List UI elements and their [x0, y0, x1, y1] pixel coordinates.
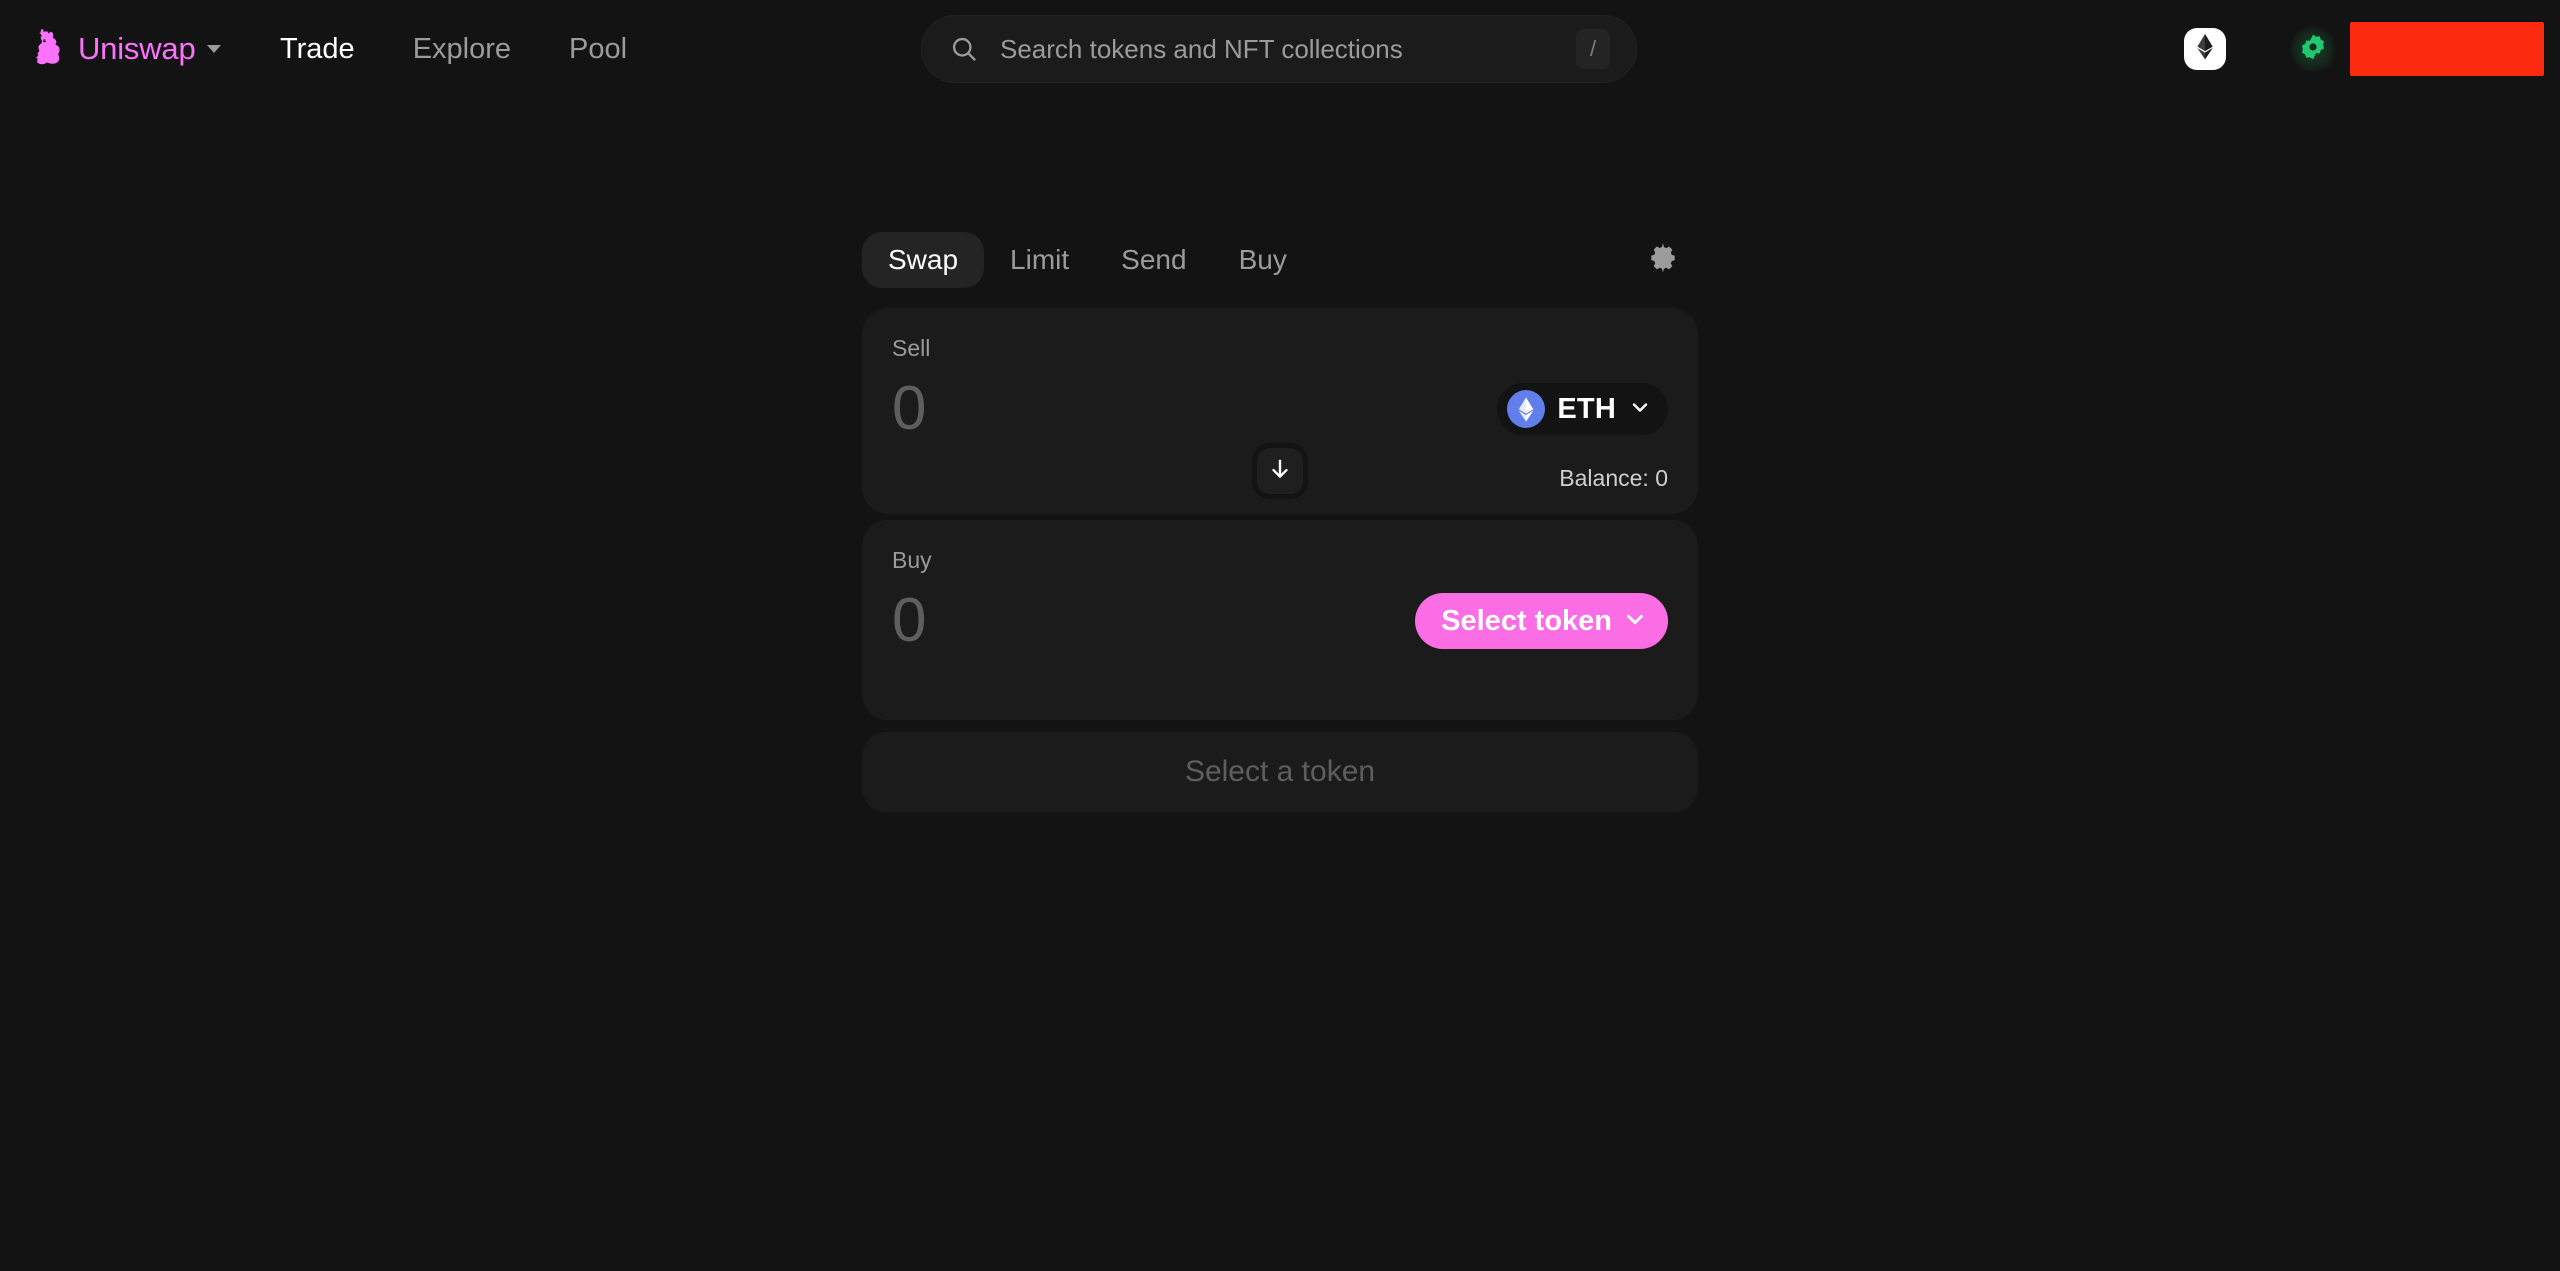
ethereum-icon — [2194, 33, 2216, 65]
network-selector-button[interactable] — [2184, 28, 2226, 70]
buy-label: Buy — [892, 547, 932, 573]
sell-amount-input[interactable]: 0 — [892, 374, 926, 444]
main-nav: Trade Explore Pool — [258, 19, 649, 79]
search-input[interactable]: Search tokens and NFT collections / — [921, 15, 1637, 83]
swap-cta-button[interactable]: Select a token — [862, 732, 1698, 812]
buy-amount-input[interactable]: 0 — [892, 586, 926, 656]
caret-down-icon[interactable] — [207, 45, 222, 53]
select-token-label: Select token — [1441, 604, 1612, 637]
sell-token-selector[interactable]: ETH — [1497, 383, 1668, 435]
sell-row: 0 ETH — [892, 374, 1668, 444]
sell-balance: Balance: 0 — [1559, 465, 1668, 491]
nav-item-trade[interactable]: Trade — [258, 25, 377, 74]
swap-widget: Swap Limit Send Buy Sell 0 ETH Balance: … — [862, 228, 1698, 812]
brand-name: Uniswap — [78, 31, 196, 66]
tab-swap[interactable]: Swap — [862, 232, 985, 288]
search-icon — [950, 35, 978, 63]
buy-row: 0 Select token — [892, 586, 1668, 656]
ethereum-icon — [1507, 390, 1546, 428]
gear-icon — [1646, 241, 1680, 280]
unicorn-logo-icon — [28, 29, 68, 69]
nav-item-pool[interactable]: Pool — [547, 25, 649, 74]
swap-tabs: Swap Limit Send Buy — [862, 228, 1698, 292]
chevron-down-icon — [1628, 395, 1652, 424]
nav-item-explore[interactable]: Explore — [391, 25, 533, 74]
sell-label: Sell — [892, 335, 931, 361]
header-actions — [2184, 18, 2544, 80]
arrow-down-icon — [1267, 456, 1293, 487]
search-shortcut-key: / — [1576, 29, 1610, 69]
chevron-down-icon — [1622, 606, 1648, 637]
app-header: Uniswap Trade Explore Pool Search tokens… — [0, 0, 2560, 98]
uniswap-brand-menu[interactable]: Uniswap — [22, 23, 227, 75]
tab-limit[interactable]: Limit — [984, 232, 1095, 288]
swap-settings-button[interactable] — [1640, 237, 1686, 283]
tab-send[interactable]: Send — [1095, 232, 1212, 288]
wallet-connected-icon — [2299, 33, 2327, 66]
search-placeholder: Search tokens and NFT collections — [1000, 33, 1403, 64]
wallet-address-button[interactable] — [2350, 22, 2544, 76]
swap-cta-label: Select a token — [1184, 755, 1376, 788]
tab-buy[interactable]: Buy — [1213, 232, 1313, 288]
swap-direction-button[interactable] — [1252, 443, 1308, 499]
search-container: Search tokens and NFT collections / — [921, 15, 1637, 83]
sell-token-symbol: ETH — [1557, 392, 1616, 425]
select-token-button[interactable]: Select token — [1415, 593, 1668, 649]
buy-panel: Buy 0 Select token — [862, 520, 1698, 720]
wallet-status-button[interactable] — [2290, 26, 2336, 72]
